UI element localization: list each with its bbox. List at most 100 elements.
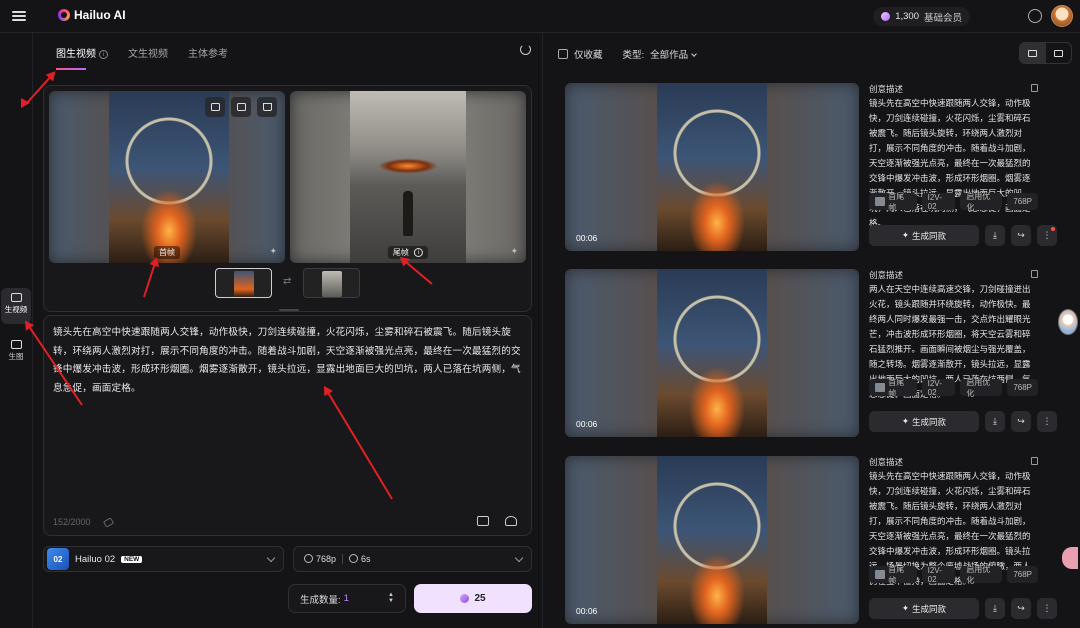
prompt-text[interactable]: 镜头先在高空中快速跟随两人交锋，动作极快，刀剑连续碰撞，火花闪烁，尘雾和碎石被震… [53,324,523,398]
image-icon [10,340,22,349]
resize-handle[interactable] [279,309,299,311]
nav-item-image[interactable]: 生图 [1,335,31,371]
video-preview[interactable]: 00:06 [565,83,859,251]
chevron-down-icon [691,51,698,57]
tab-label: 图生视频 [56,49,96,60]
more-icon[interactable]: ⋮ [1037,598,1057,619]
button-label: 生成同款 [912,230,947,241]
prompt-enhance-icon[interactable] [505,516,517,526]
last-frame-thumbnail[interactable] [303,268,360,298]
menu-icon[interactable] [12,9,26,23]
type-filter-dropdown[interactable]: 全部作品 [650,47,698,61]
app-logo[interactable]: Hailuo AI [58,8,126,22]
more-icon[interactable]: ⋮ [1037,225,1057,246]
generate-same-button[interactable]: ✦ 生成同款 [869,225,979,246]
divider [342,554,344,564]
camera-control-icon[interactable] [477,516,489,526]
more-icon[interactable]: ⋮ [1037,411,1057,432]
video-settings-selector[interactable]: 768p 6s [293,546,532,572]
assistant-avatar[interactable] [1058,309,1078,335]
swap-icon[interactable]: ⇄ [283,276,291,287]
video-card: 00:06 创意描述 镜头先在高空中快速跟随两人交锋，动作极快，刀剑连续碰撞，火… [565,456,1057,624]
generate-same-button[interactable]: ✦ 生成同款 [869,411,979,432]
resolution-icon [304,554,313,563]
video-tags: 首尾帧 I2V-02 启用优化 768P [869,378,1038,398]
tag-frames: 首尾帧 [869,378,917,398]
grid-view-icon [1053,49,1063,57]
replace-image-icon[interactable] [205,97,225,117]
copy-icon[interactable] [1031,457,1038,465]
generate-same-button[interactable]: ✦ 生成同款 [869,598,979,619]
share-icon[interactable]: ↪ [1011,598,1031,619]
count-value: 1 [343,593,349,604]
eraser-icon[interactable] [102,517,115,528]
first-frame-thumbnail[interactable] [215,268,272,298]
edit-image-icon[interactable] [231,97,251,117]
stepper-arrows[interactable]: ▲ ▼ [388,592,394,604]
tab-image-to-video[interactable]: 图生视频 i [56,45,108,70]
tag-resolution: 768P [1007,193,1038,210]
video-tags: 首尾帧 I2V-02 启用优化 768P [869,564,1038,585]
view-toggle [1019,42,1072,64]
feedback-tab[interactable] [1062,547,1078,569]
char-count: 152/2000 [53,517,91,527]
video-thumbnail [657,83,767,251]
tag-model: I2V-02 [921,566,956,584]
tag-resolution: 768P [1007,566,1038,583]
type-filter-value: 全部作品 [650,50,689,61]
credits-count: 1,300 [895,11,919,22]
tag-label: 首尾帧 [888,564,905,585]
info-icon[interactable]: i [414,248,424,257]
generate-button[interactable]: 25 [414,584,532,613]
video-card: 00:06 创意描述 镜头先在高空中快速跟随两人交锋，动作极快，刀剑连续碰撞，火… [565,83,1057,251]
frames-upload-area: 首帧 ✦ 尾帧 i ✦ ⇄ [43,85,532,312]
resolution-setting: 768p [304,554,336,564]
frame-thumbnails: ⇄ [215,268,360,298]
model-selector[interactable]: 02 Hailuo 02 NEW [43,546,284,572]
share-icon[interactable]: ↪ [1011,225,1031,246]
video-preview[interactable]: 00:06 [565,456,859,624]
favorites-checkbox[interactable] [558,49,568,59]
delete-icon[interactable] [257,97,277,117]
download-icon[interactable]: ⤓ [985,598,1005,619]
video-card: 00:06 创意描述 两人在天空中连续高速交锋，刀剑碰撞迸出火花，镜头跟随并环绕… [565,269,1057,437]
generation-count-stepper[interactable]: 生成数量: 1 ▲ ▼ [288,584,406,613]
copy-icon[interactable] [1031,270,1038,278]
video-preview[interactable]: 00:06 [565,269,859,437]
list-view-button[interactable] [1020,43,1046,63]
video-thumbnail [657,269,767,437]
prompt-input-area[interactable]: 镜头先在高空中快速跟随两人交锋，动作极快，刀剑连续碰撞，火花闪烁，尘雾和碎石被震… [43,315,532,536]
type-filter-label: 类型: [622,50,645,61]
frame-tools [205,97,277,117]
video-icon [10,293,22,302]
download-icon[interactable]: ⤓ [985,225,1005,246]
share-icon[interactable]: ↪ [1011,411,1031,432]
model-logo: 02 [47,548,69,570]
credits-badge[interactable]: 1,300 基础会员 [873,7,970,26]
last-frame-slot[interactable]: 尾帧 i ✦ [290,91,526,263]
duration-setting: 6s [349,554,371,564]
button-label: 生成同款 [912,603,947,614]
frames-thumbnail [875,197,886,206]
sparkle-icon[interactable]: ✦ [510,246,518,257]
first-frame-slot[interactable]: 首帧 ✦ [49,91,285,263]
tab-subject-reference[interactable]: 主体参考 [188,45,228,60]
notification-icon[interactable] [1028,9,1042,23]
tab-text-to-video[interactable]: 文生视频 [128,45,168,60]
video-duration: 00:06 [576,419,598,429]
logo-text: Hailuo AI [74,8,126,22]
nav-item-label: 生视频 [4,305,28,314]
duration-value: 6s [361,554,371,564]
tag-label: 首尾帧 [888,191,905,212]
grid-view-button[interactable] [1046,43,1072,63]
tag-optimization: 启用优化 [960,192,1003,212]
sparkle-icon[interactable]: ✦ [269,246,277,257]
download-icon[interactable]: ⤓ [985,411,1005,432]
copy-icon[interactable] [1031,84,1038,92]
refresh-icon[interactable] [520,44,531,55]
user-avatar[interactable] [1051,5,1073,27]
info-icon[interactable]: i [99,50,108,59]
chevron-down-icon [266,553,276,563]
resolution-value: 768p [316,554,337,564]
tag-resolution: 768P [1007,379,1038,396]
